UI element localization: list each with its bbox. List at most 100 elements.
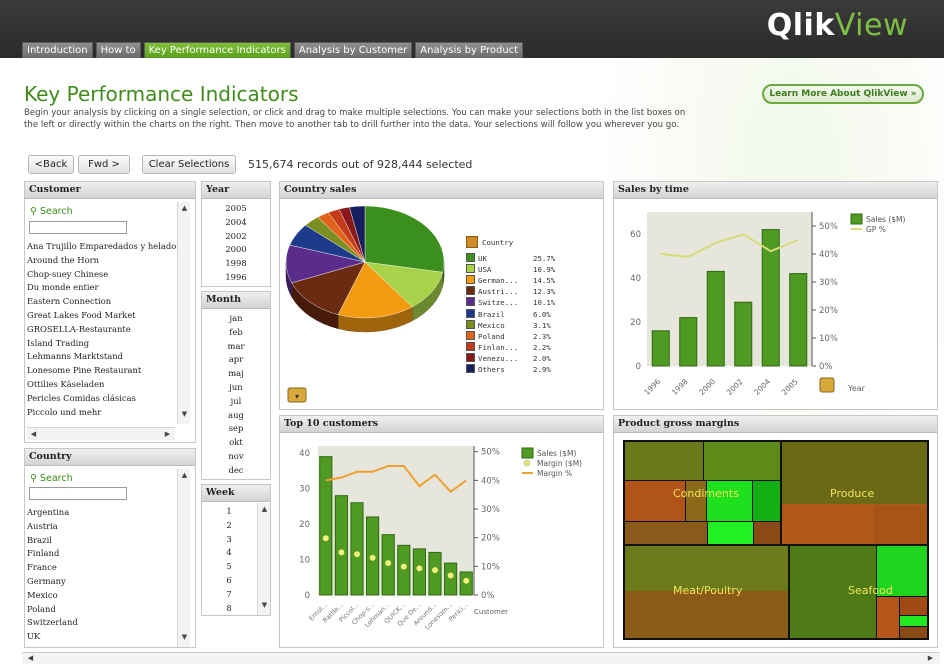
bar[interactable] <box>706 270 725 367</box>
legend-item[interactable]: USA 10.9% <box>466 264 555 275</box>
list-item[interactable]: Island Trading <box>27 337 181 351</box>
list-item[interactable]: 2002 <box>202 230 270 244</box>
list-item[interactable]: nov <box>202 450 270 464</box>
week-vertical-scrollbar[interactable]: ▲ ▼ <box>257 503 270 615</box>
list-item[interactable]: aug <box>202 409 270 423</box>
scroll-left-icon[interactable]: ◀ <box>24 654 37 662</box>
list-item[interactable]: 6 <box>202 574 256 588</box>
legend-item[interactable]: Poland 2.3% <box>466 330 555 342</box>
scroll-up-icon[interactable]: ▲ <box>178 204 191 212</box>
bar[interactable] <box>428 551 442 596</box>
customer-horizontal-scrollbar[interactable]: ◀ ▶ <box>27 427 175 440</box>
list-item[interactable]: 7 <box>202 588 256 602</box>
list-item[interactable]: Ana Trujillo Emparedados y helados <box>27 240 181 254</box>
treemap-cell[interactable] <box>877 597 899 638</box>
bar[interactable] <box>319 456 333 596</box>
tab-analysis-by-product[interactable]: Analysis by Product <box>415 42 524 58</box>
list-item[interactable]: Du monde entier <box>27 281 181 295</box>
list-item[interactable]: feb <box>202 326 270 340</box>
treemap-cell[interactable] <box>753 481 780 521</box>
list-item[interactable]: 1998 <box>202 257 270 271</box>
treemap-meat-poultry[interactable]: Meat/Poultry <box>625 546 788 638</box>
pie-options-icon[interactable]: ▾ <box>287 387 307 403</box>
tab-analysis-by-customer[interactable]: Analysis by Customer <box>293 42 413 58</box>
bar[interactable] <box>789 273 808 367</box>
list-item[interactable]: France <box>27 561 78 575</box>
list-item[interactable]: Finland <box>27 547 78 561</box>
treemap-cell[interactable] <box>708 522 753 544</box>
list-item[interactable]: Argentina <box>27 506 78 520</box>
margin-dot[interactable] <box>338 549 345 556</box>
bar[interactable] <box>334 495 348 596</box>
list-item[interactable]: Eastern Connection <box>27 295 181 309</box>
margin-dot[interactable] <box>322 535 329 542</box>
customer-search-input[interactable] <box>29 221 127 234</box>
list-item[interactable]: 3 <box>202 533 256 547</box>
margin-dot[interactable] <box>416 565 423 572</box>
treemap-produce[interactable]: Produce <box>782 442 927 544</box>
list-item[interactable]: Ottilies Käseladen <box>27 378 181 392</box>
list-item[interactable]: 2 <box>202 519 256 533</box>
pie-slice[interactable] <box>364 205 445 273</box>
tab-introduction[interactable]: Introduction <box>22 42 93 58</box>
pie-chart[interactable]: ▾ <box>280 200 604 410</box>
bar[interactable] <box>651 330 670 367</box>
bar[interactable] <box>679 317 698 367</box>
list-item[interactable]: Pericles Comidas clásicas <box>27 392 181 406</box>
forward-button[interactable]: Fwd > <box>78 155 130 174</box>
margin-dot[interactable] <box>432 567 438 574</box>
treemap-condiments[interactable]: Condiments <box>625 442 780 544</box>
margin-dot[interactable] <box>385 560 392 567</box>
list-item[interactable]: jul <box>202 395 270 409</box>
clear-selections-button[interactable]: Clear Selections <box>142 155 236 174</box>
legend-item[interactable]: Austri... 12.3% <box>466 286 555 297</box>
treemap-cell[interactable] <box>900 627 927 638</box>
bar[interactable] <box>412 548 426 596</box>
tab-key-performance-indicators[interactable]: Key Performance Indicators <box>143 42 291 58</box>
scroll-down-icon[interactable]: ▼ <box>178 633 191 641</box>
list-item[interactable]: 8 <box>202 602 256 615</box>
bar[interactable] <box>397 544 411 596</box>
list-item[interactable]: 2004 <box>202 216 270 230</box>
list-item[interactable]: sep <box>202 422 270 436</box>
treemap-cell[interactable] <box>625 591 788 638</box>
scroll-up-icon[interactable]: ▲ <box>178 471 191 479</box>
list-item[interactable]: Piccolo und mehr <box>27 406 181 420</box>
chart-options-icon[interactable] <box>819 377 835 393</box>
list-item[interactable]: 2000 <box>202 243 270 257</box>
margin-dot[interactable] <box>400 563 407 570</box>
legend-item[interactable]: Finlan... 2.2% <box>466 341 555 353</box>
scroll-up-icon[interactable]: ▲ <box>258 505 270 513</box>
learn-more-button[interactable]: Learn More About QlikView » <box>762 84 924 104</box>
country-search-input[interactable] <box>29 487 127 500</box>
legend-item[interactable]: Venezu... 2.0% <box>466 352 555 364</box>
list-item[interactable]: GROSELLA-Restaurante <box>27 323 181 337</box>
treemap-cell[interactable] <box>754 522 780 544</box>
list-item[interactable]: maj <box>202 367 270 381</box>
back-button[interactable]: <Back <box>28 155 74 174</box>
scroll-down-icon[interactable]: ▼ <box>258 601 270 609</box>
treemap-cell[interactable] <box>704 442 780 480</box>
list-item[interactable]: apr <box>202 353 270 367</box>
legend-item[interactable]: Others 2.9% <box>466 364 555 375</box>
top-10-plot[interactable]: Ernst...Rattle...Piccol...Chop-s...Lehma… <box>280 434 604 648</box>
margin-dot[interactable] <box>369 554 376 561</box>
treemap-cell[interactable] <box>782 505 872 544</box>
tab-how-to[interactable]: How to <box>95 42 141 58</box>
legend-item[interactable]: UK 25.7% <box>466 253 555 264</box>
list-item[interactable]: mar <box>202 340 270 354</box>
treemap-cell[interactable] <box>900 597 927 615</box>
list-item[interactable]: Brazil <box>27 534 78 548</box>
margin-dot[interactable] <box>463 577 470 584</box>
legend-item[interactable]: German... 14.5% <box>466 275 555 286</box>
list-item[interactable]: 5 <box>202 560 256 574</box>
list-item[interactable]: Around the Horn <box>27 254 181 268</box>
bar[interactable] <box>734 301 753 367</box>
list-item[interactable]: Chop-suey Chinese <box>27 268 181 282</box>
list-item[interactable]: Mexico <box>27 589 78 603</box>
list-item[interactable]: Switzerland <box>27 616 78 630</box>
list-item[interactable]: Germany <box>27 575 78 589</box>
list-item[interactable]: jan <box>202 312 270 326</box>
treemap[interactable]: Condiments Produce Meat/Poultry Seafood <box>623 440 929 640</box>
list-item[interactable]: okt <box>202 436 270 450</box>
